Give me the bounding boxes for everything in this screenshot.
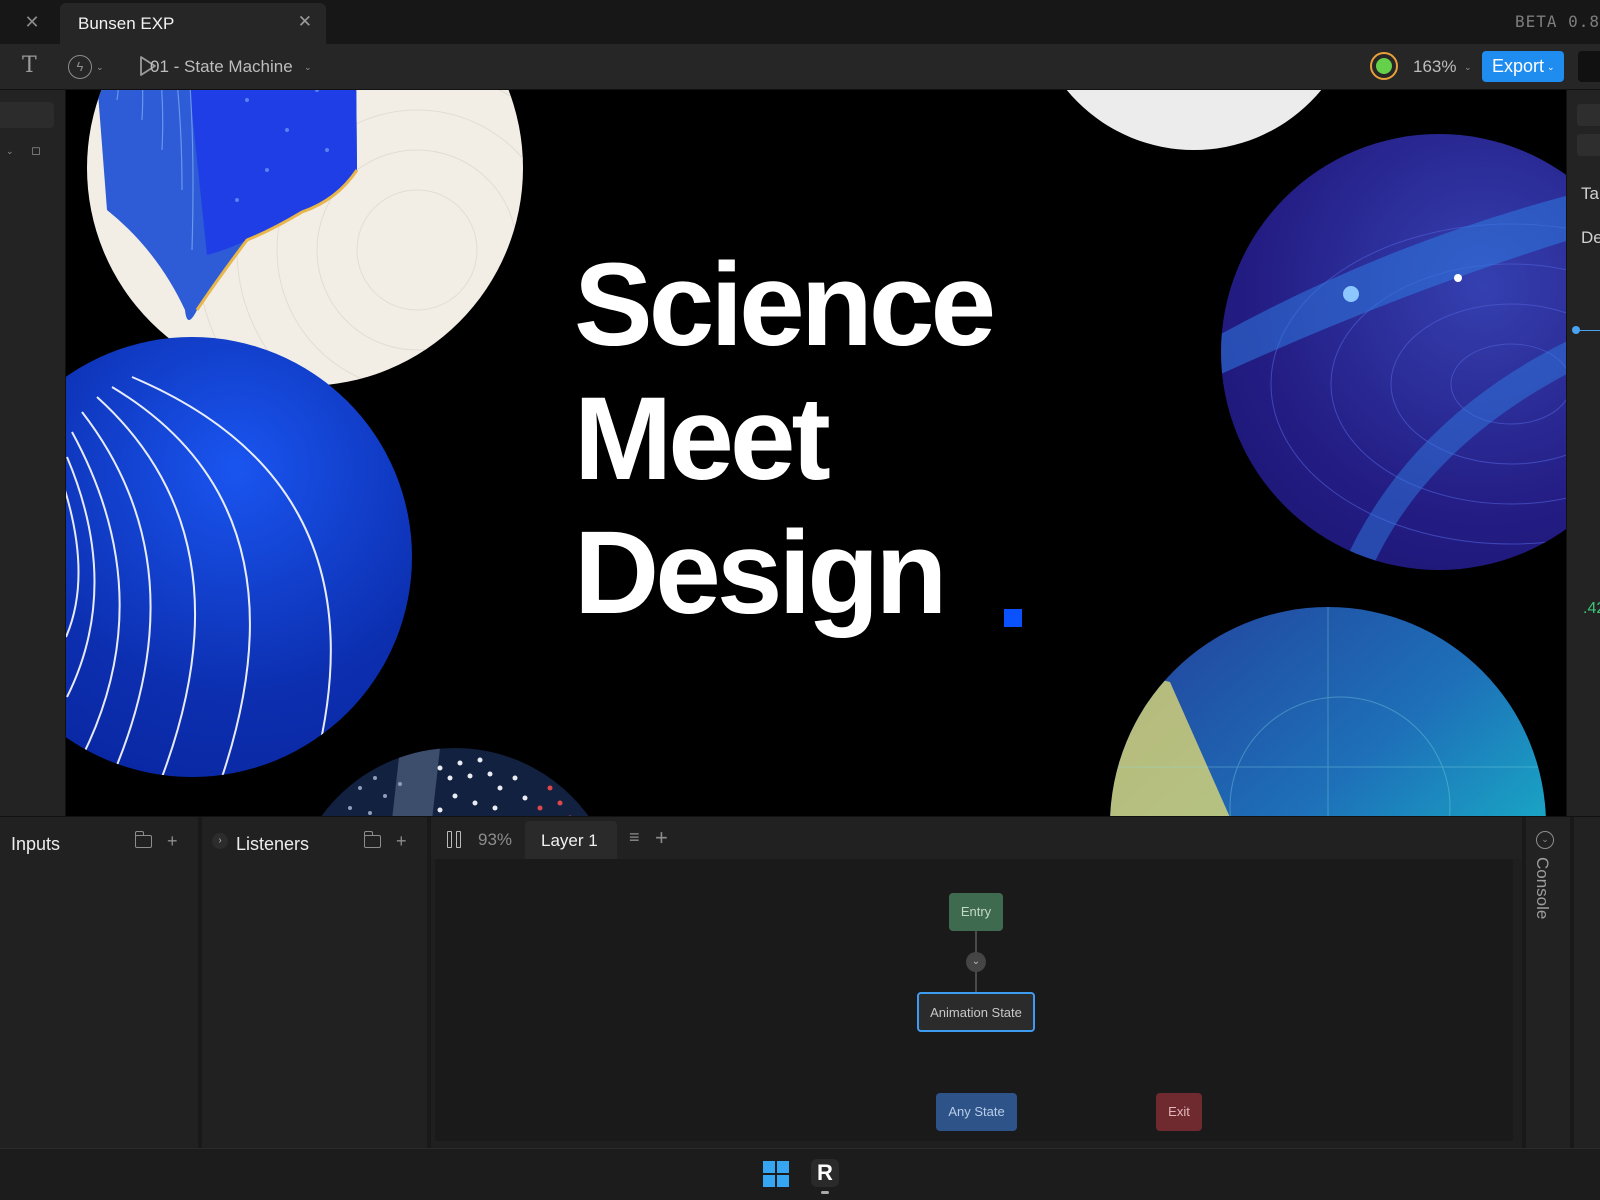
- active-app-indicator: [821, 1191, 829, 1194]
- folder-icon[interactable]: [363, 831, 381, 848]
- bolt-menu-caret-icon[interactable]: ⌄: [96, 62, 104, 73]
- add-listener-icon[interactable]: +: [396, 831, 407, 852]
- bottom-panels: Inputs + › Listeners + 93% Layer 1 ≡ + ⌄…: [0, 816, 1600, 1149]
- listeners-panel: › Listeners +: [202, 817, 427, 1149]
- right-panel-field[interactable]: [1577, 104, 1600, 126]
- state-machine-caret-icon[interactable]: ⌄: [304, 62, 312, 73]
- artboard[interactable]: Science Meet Design: [66, 90, 1566, 816]
- right-panel: Ta De .42: [1566, 90, 1600, 816]
- gradient-circle: [1110, 607, 1546, 816]
- accent-period-square: [1004, 609, 1022, 627]
- left-panel-field[interactable]: [0, 102, 54, 128]
- version-label: BETA 0.8: [1514, 12, 1600, 31]
- blue-arc-circle: [66, 337, 412, 777]
- console-toggle-icon[interactable]: ⌄: [1536, 831, 1554, 849]
- close-window-icon[interactable]: ✕: [20, 10, 44, 34]
- folder-icon[interactable]: [134, 831, 152, 848]
- animation-state-node[interactable]: Animation State: [917, 992, 1035, 1032]
- layer-tab-label: Layer 1: [541, 831, 598, 850]
- inputs-title: Inputs: [11, 834, 61, 854]
- headline-line-3: Design: [574, 507, 947, 639]
- document-tab[interactable]: Bunsen EXP ✕: [60, 3, 326, 44]
- bolt-icon[interactable]: ϟ: [68, 55, 92, 79]
- headline[interactable]: Science Meet Design: [574, 238, 1134, 640]
- dotted-circle: [290, 748, 620, 816]
- headline-line-2: Meet: [574, 373, 831, 505]
- listeners-title: Listeners: [236, 834, 310, 854]
- chevron-right-icon[interactable]: ›: [212, 833, 228, 849]
- tab-layer-1[interactable]: Layer 1: [525, 821, 617, 859]
- pause-icon[interactable]: [447, 831, 462, 848]
- export-button[interactable]: Export ⌄: [1482, 51, 1564, 82]
- console-label[interactable]: Console: [1532, 857, 1552, 919]
- title-bar: ✕ Bunsen EXP ✕ BETA 0.8: [0, 0, 1600, 44]
- export-button-label: Export: [1492, 56, 1545, 76]
- taskbar: R: [0, 1148, 1600, 1200]
- status-indicator-icon[interactable]: [1370, 52, 1398, 80]
- rive-app-icon[interactable]: R: [811, 1159, 839, 1187]
- state-machine-graph-panel: 93% Layer 1 ≡ + ⌄ Entry Animation State …: [431, 817, 1522, 1149]
- top-white-circle: [1029, 90, 1359, 150]
- tag-icon[interactable]: ◇: [26, 141, 46, 161]
- inputs-panel: Inputs +: [0, 817, 198, 1149]
- text-tool-icon[interactable]: T: [22, 53, 37, 78]
- export-caret-icon: ⌄: [1547, 61, 1555, 72]
- curve-line: [1575, 330, 1600, 331]
- left-panel: ⌄ ◇: [0, 90, 66, 816]
- add-input-icon[interactable]: +: [167, 831, 178, 852]
- bottom-right-panel: [1574, 817, 1600, 1149]
- right-panel-tab-label[interactable]: Ta: [1581, 184, 1599, 204]
- layer-menu-icon[interactable]: ≡: [629, 827, 640, 848]
- add-layer-icon[interactable]: +: [655, 825, 668, 851]
- entry-node[interactable]: Entry: [949, 893, 1003, 931]
- graph-zoom-level[interactable]: 93%: [478, 830, 512, 850]
- toolbar: T ϟ ⌄ 01 - State Machine ⌄ 163% ⌄ Export…: [0, 44, 1600, 90]
- headline-line-1: Science: [574, 239, 996, 371]
- transition-arrow-icon[interactable]: ⌄: [966, 952, 986, 972]
- right-panel-section-label: De: [1581, 228, 1600, 247]
- zoom-level[interactable]: 163%: [1413, 57, 1456, 77]
- toolbar-overflow-button[interactable]: [1578, 51, 1600, 82]
- console-panel: ⌄ Console: [1526, 817, 1570, 1149]
- state-machine-selector[interactable]: 01 - State Machine: [150, 57, 293, 77]
- orbit-circle: [1221, 134, 1566, 570]
- transition-line: [975, 971, 977, 992]
- close-tab-icon[interactable]: ✕: [298, 12, 312, 32]
- graph-header: 93% Layer 1 ≡ +: [431, 817, 1522, 859]
- windows-start-icon[interactable]: [763, 1161, 789, 1187]
- right-panel-field[interactable]: [1577, 134, 1600, 156]
- zoom-caret-icon[interactable]: ⌄: [1464, 62, 1472, 73]
- exit-node[interactable]: Exit: [1156, 1093, 1202, 1131]
- transition-line: [975, 931, 977, 953]
- right-panel-value: .42: [1583, 600, 1600, 617]
- any-state-node[interactable]: Any State: [936, 1093, 1017, 1131]
- left-panel-caret-icon[interactable]: ⌄: [6, 146, 14, 157]
- graph-canvas[interactable]: ⌄ Entry Animation State Any State Exit: [435, 859, 1513, 1141]
- document-tab-title: Bunsen EXP: [78, 14, 175, 33]
